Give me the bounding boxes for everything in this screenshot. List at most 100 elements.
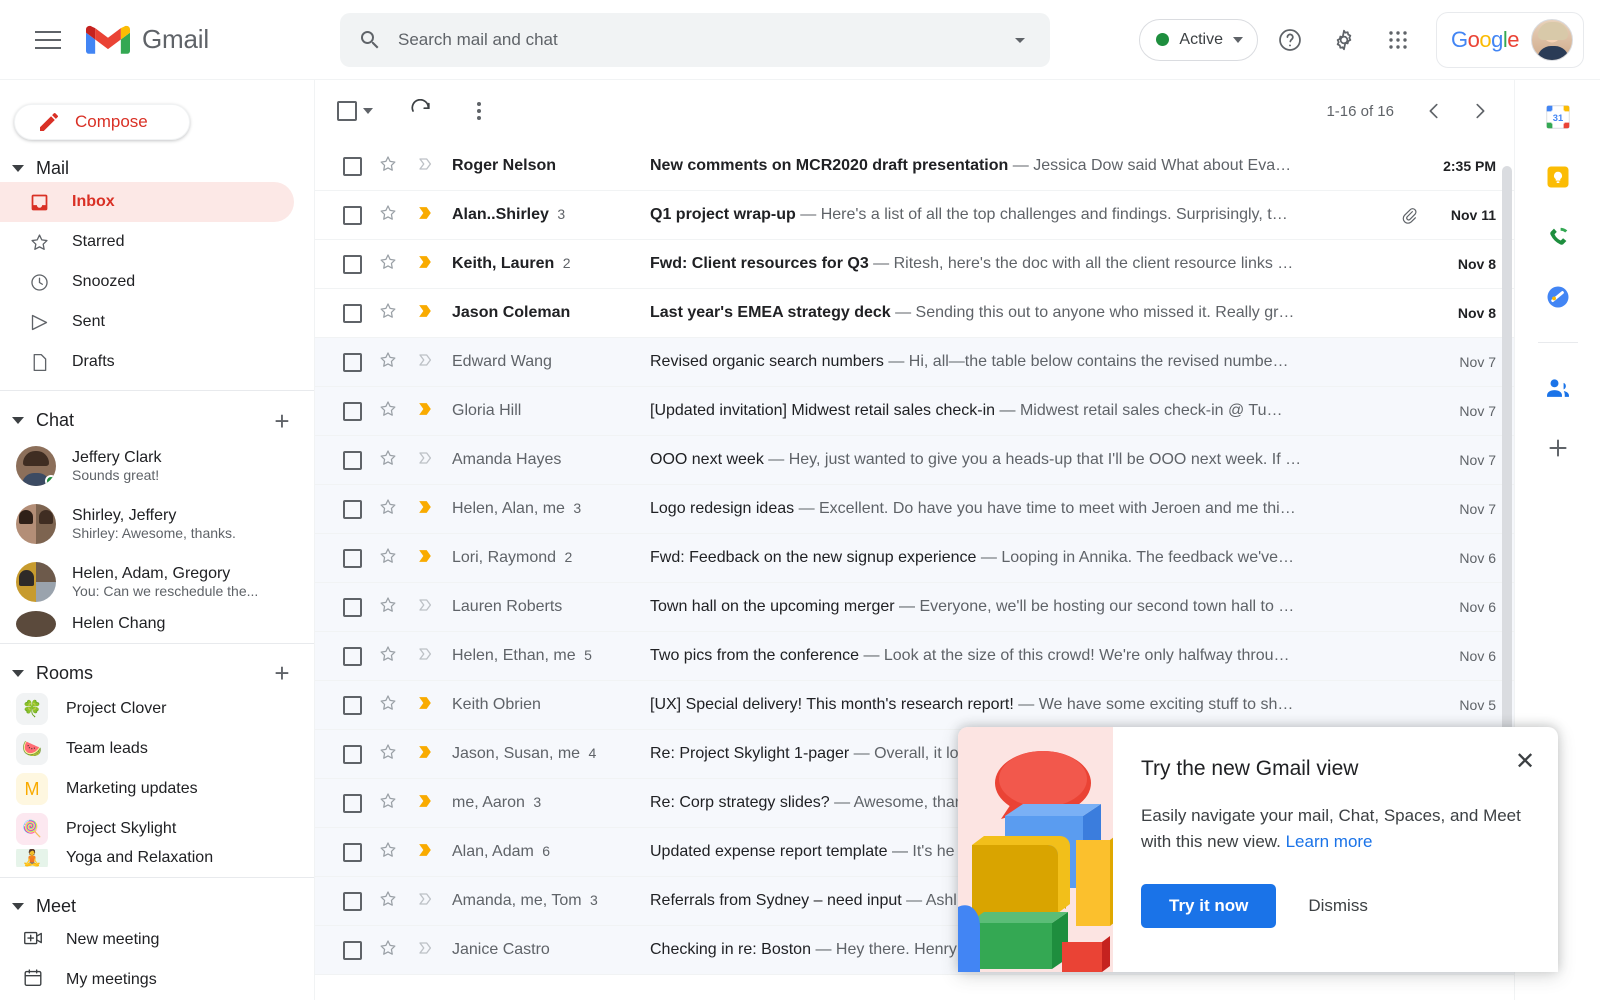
important-marker-icon[interactable]: [414, 546, 436, 571]
table-row[interactable]: Roger NelsonNew comments on MCR2020 draf…: [315, 142, 1514, 191]
status-chip[interactable]: Active: [1139, 19, 1258, 61]
important-marker-icon[interactable]: [414, 301, 436, 326]
star-icon[interactable]: [378, 350, 400, 375]
table-row[interactable]: Gloria Hill[Updated invitation] Midwest …: [315, 387, 1514, 436]
table-row[interactable]: Alan..Shirley 3Q1 project wrap-up — Here…: [315, 191, 1514, 240]
apps-grid-icon[interactable]: [1376, 18, 1420, 62]
important-marker-icon[interactable]: [414, 497, 436, 522]
row-checkbox[interactable]: [343, 843, 362, 862]
chevron-down-icon[interactable]: [363, 108, 373, 114]
sidebar-item-my-meetings[interactable]: My meetings: [0, 960, 314, 1000]
row-checkbox[interactable]: [343, 745, 362, 764]
star-icon[interactable]: [378, 497, 400, 522]
table-row[interactable]: Keith Obrien[UX] Special delivery! This …: [315, 681, 1514, 730]
important-marker-icon[interactable]: [414, 644, 436, 669]
voice-icon[interactable]: [1541, 220, 1575, 254]
important-marker-icon[interactable]: [414, 889, 436, 914]
tasks-icon[interactable]: [1541, 280, 1575, 314]
sidebar-item-team-leads[interactable]: 🍉 Team leads: [0, 729, 314, 769]
row-checkbox[interactable]: [343, 794, 362, 813]
star-icon[interactable]: [378, 595, 400, 620]
row-checkbox[interactable]: [343, 696, 362, 715]
table-row[interactable]: Helen, Alan, me 3Logo redesign ideas — E…: [315, 485, 1514, 534]
chevron-left-icon[interactable]: [1414, 91, 1454, 131]
row-checkbox[interactable]: [343, 157, 362, 176]
sidebar-item-sent[interactable]: Sent: [0, 302, 294, 342]
star-icon[interactable]: [378, 742, 400, 767]
table-row[interactable]: Lauren RobertsTown hall on the upcoming …: [315, 583, 1514, 632]
table-row[interactable]: Helen, Ethan, me 5Two pics from the conf…: [315, 632, 1514, 681]
plus-icon[interactable]: +: [266, 405, 298, 437]
sidebar-item-drafts[interactable]: Drafts: [0, 342, 294, 382]
kebab-menu-icon[interactable]: [457, 89, 501, 133]
avatar[interactable]: [1531, 19, 1573, 61]
sidebar-item-project-clover[interactable]: 🍀 Project Clover: [0, 689, 314, 729]
refresh-icon[interactable]: [399, 89, 443, 133]
row-checkbox[interactable]: [343, 255, 362, 274]
important-marker-icon[interactable]: [414, 252, 436, 277]
row-checkbox[interactable]: [343, 451, 362, 470]
important-marker-icon[interactable]: [414, 350, 436, 375]
star-icon[interactable]: [378, 203, 400, 228]
sidebar-item-snoozed[interactable]: Snoozed: [0, 262, 294, 302]
sidebar-item-starred[interactable]: Starred: [0, 222, 294, 262]
row-checkbox[interactable]: [343, 500, 362, 519]
chevron-down-icon[interactable]: [1008, 28, 1032, 52]
sidebar-item-yoga-and-relaxation[interactable]: 🧘 Yoga and Relaxation: [0, 849, 314, 867]
table-row[interactable]: Lori, Raymond 2Fwd: Feedback on the new …: [315, 534, 1514, 583]
list-item[interactable]: Shirley, Jeffery Shirley: Awesome, thank…: [0, 495, 314, 553]
search-bar[interactable]: [340, 13, 1050, 67]
row-checkbox[interactable]: [343, 892, 362, 911]
dismiss-button[interactable]: Dismiss: [1290, 884, 1386, 928]
compose-button[interactable]: Compose: [14, 104, 190, 140]
list-item[interactable]: Helen Chang: [0, 611, 314, 637]
section-rooms[interactable]: Rooms +: [0, 657, 314, 689]
row-checkbox[interactable]: [343, 941, 362, 960]
section-meet[interactable]: Meet: [0, 892, 314, 920]
table-row[interactable]: Jason ColemanLast year's EMEA strategy d…: [315, 289, 1514, 338]
important-marker-icon[interactable]: [414, 399, 436, 424]
star-icon[interactable]: [378, 399, 400, 424]
sidebar-item-project-skylight[interactable]: 🍭 Project Skylight: [0, 809, 314, 849]
row-checkbox[interactable]: [343, 353, 362, 372]
hamburger-icon[interactable]: [24, 16, 72, 64]
keep-icon[interactable]: [1541, 160, 1575, 194]
row-checkbox[interactable]: [343, 402, 362, 421]
row-checkbox[interactable]: [343, 304, 362, 323]
try-it-now-button[interactable]: Try it now: [1141, 884, 1276, 928]
important-marker-icon[interactable]: [414, 791, 436, 816]
row-checkbox[interactable]: [343, 598, 362, 617]
help-icon[interactable]: [1268, 18, 1312, 62]
plus-icon[interactable]: +: [266, 657, 298, 689]
row-checkbox[interactable]: [343, 206, 362, 225]
account-switcher[interactable]: Google: [1436, 12, 1584, 68]
star-icon[interactable]: [378, 791, 400, 816]
row-checkbox[interactable]: [343, 647, 362, 666]
star-icon[interactable]: [378, 644, 400, 669]
star-icon[interactable]: [378, 840, 400, 865]
calendar-icon[interactable]: 31: [1541, 100, 1575, 134]
table-row[interactable]: Edward WangRevised organic search number…: [315, 338, 1514, 387]
star-icon[interactable]: [378, 154, 400, 179]
star-icon[interactable]: [378, 252, 400, 277]
chevron-right-icon[interactable]: [1460, 91, 1500, 131]
important-marker-icon[interactable]: [414, 595, 436, 620]
star-icon[interactable]: [378, 448, 400, 473]
sidebar-item-inbox[interactable]: Inbox: [0, 182, 294, 222]
table-row[interactable]: Keith, Lauren 2Fwd: Client resources for…: [315, 240, 1514, 289]
important-marker-icon[interactable]: [414, 203, 436, 228]
select-all-checkbox[interactable]: [337, 101, 357, 121]
section-chat[interactable]: Chat +: [0, 405, 314, 437]
row-checkbox[interactable]: [343, 549, 362, 568]
search-input[interactable]: [382, 30, 1008, 50]
section-mail[interactable]: Mail: [0, 154, 314, 182]
gear-icon[interactable]: [1322, 18, 1366, 62]
star-icon[interactable]: [378, 938, 400, 963]
contacts-icon[interactable]: [1541, 371, 1575, 405]
list-item[interactable]: Helen, Adam, Gregory You: Can we resched…: [0, 553, 314, 611]
important-marker-icon[interactable]: [414, 693, 436, 718]
important-marker-icon[interactable]: [414, 840, 436, 865]
star-icon[interactable]: [378, 889, 400, 914]
learn-more-link[interactable]: Learn more: [1286, 832, 1373, 851]
star-icon[interactable]: [378, 301, 400, 326]
